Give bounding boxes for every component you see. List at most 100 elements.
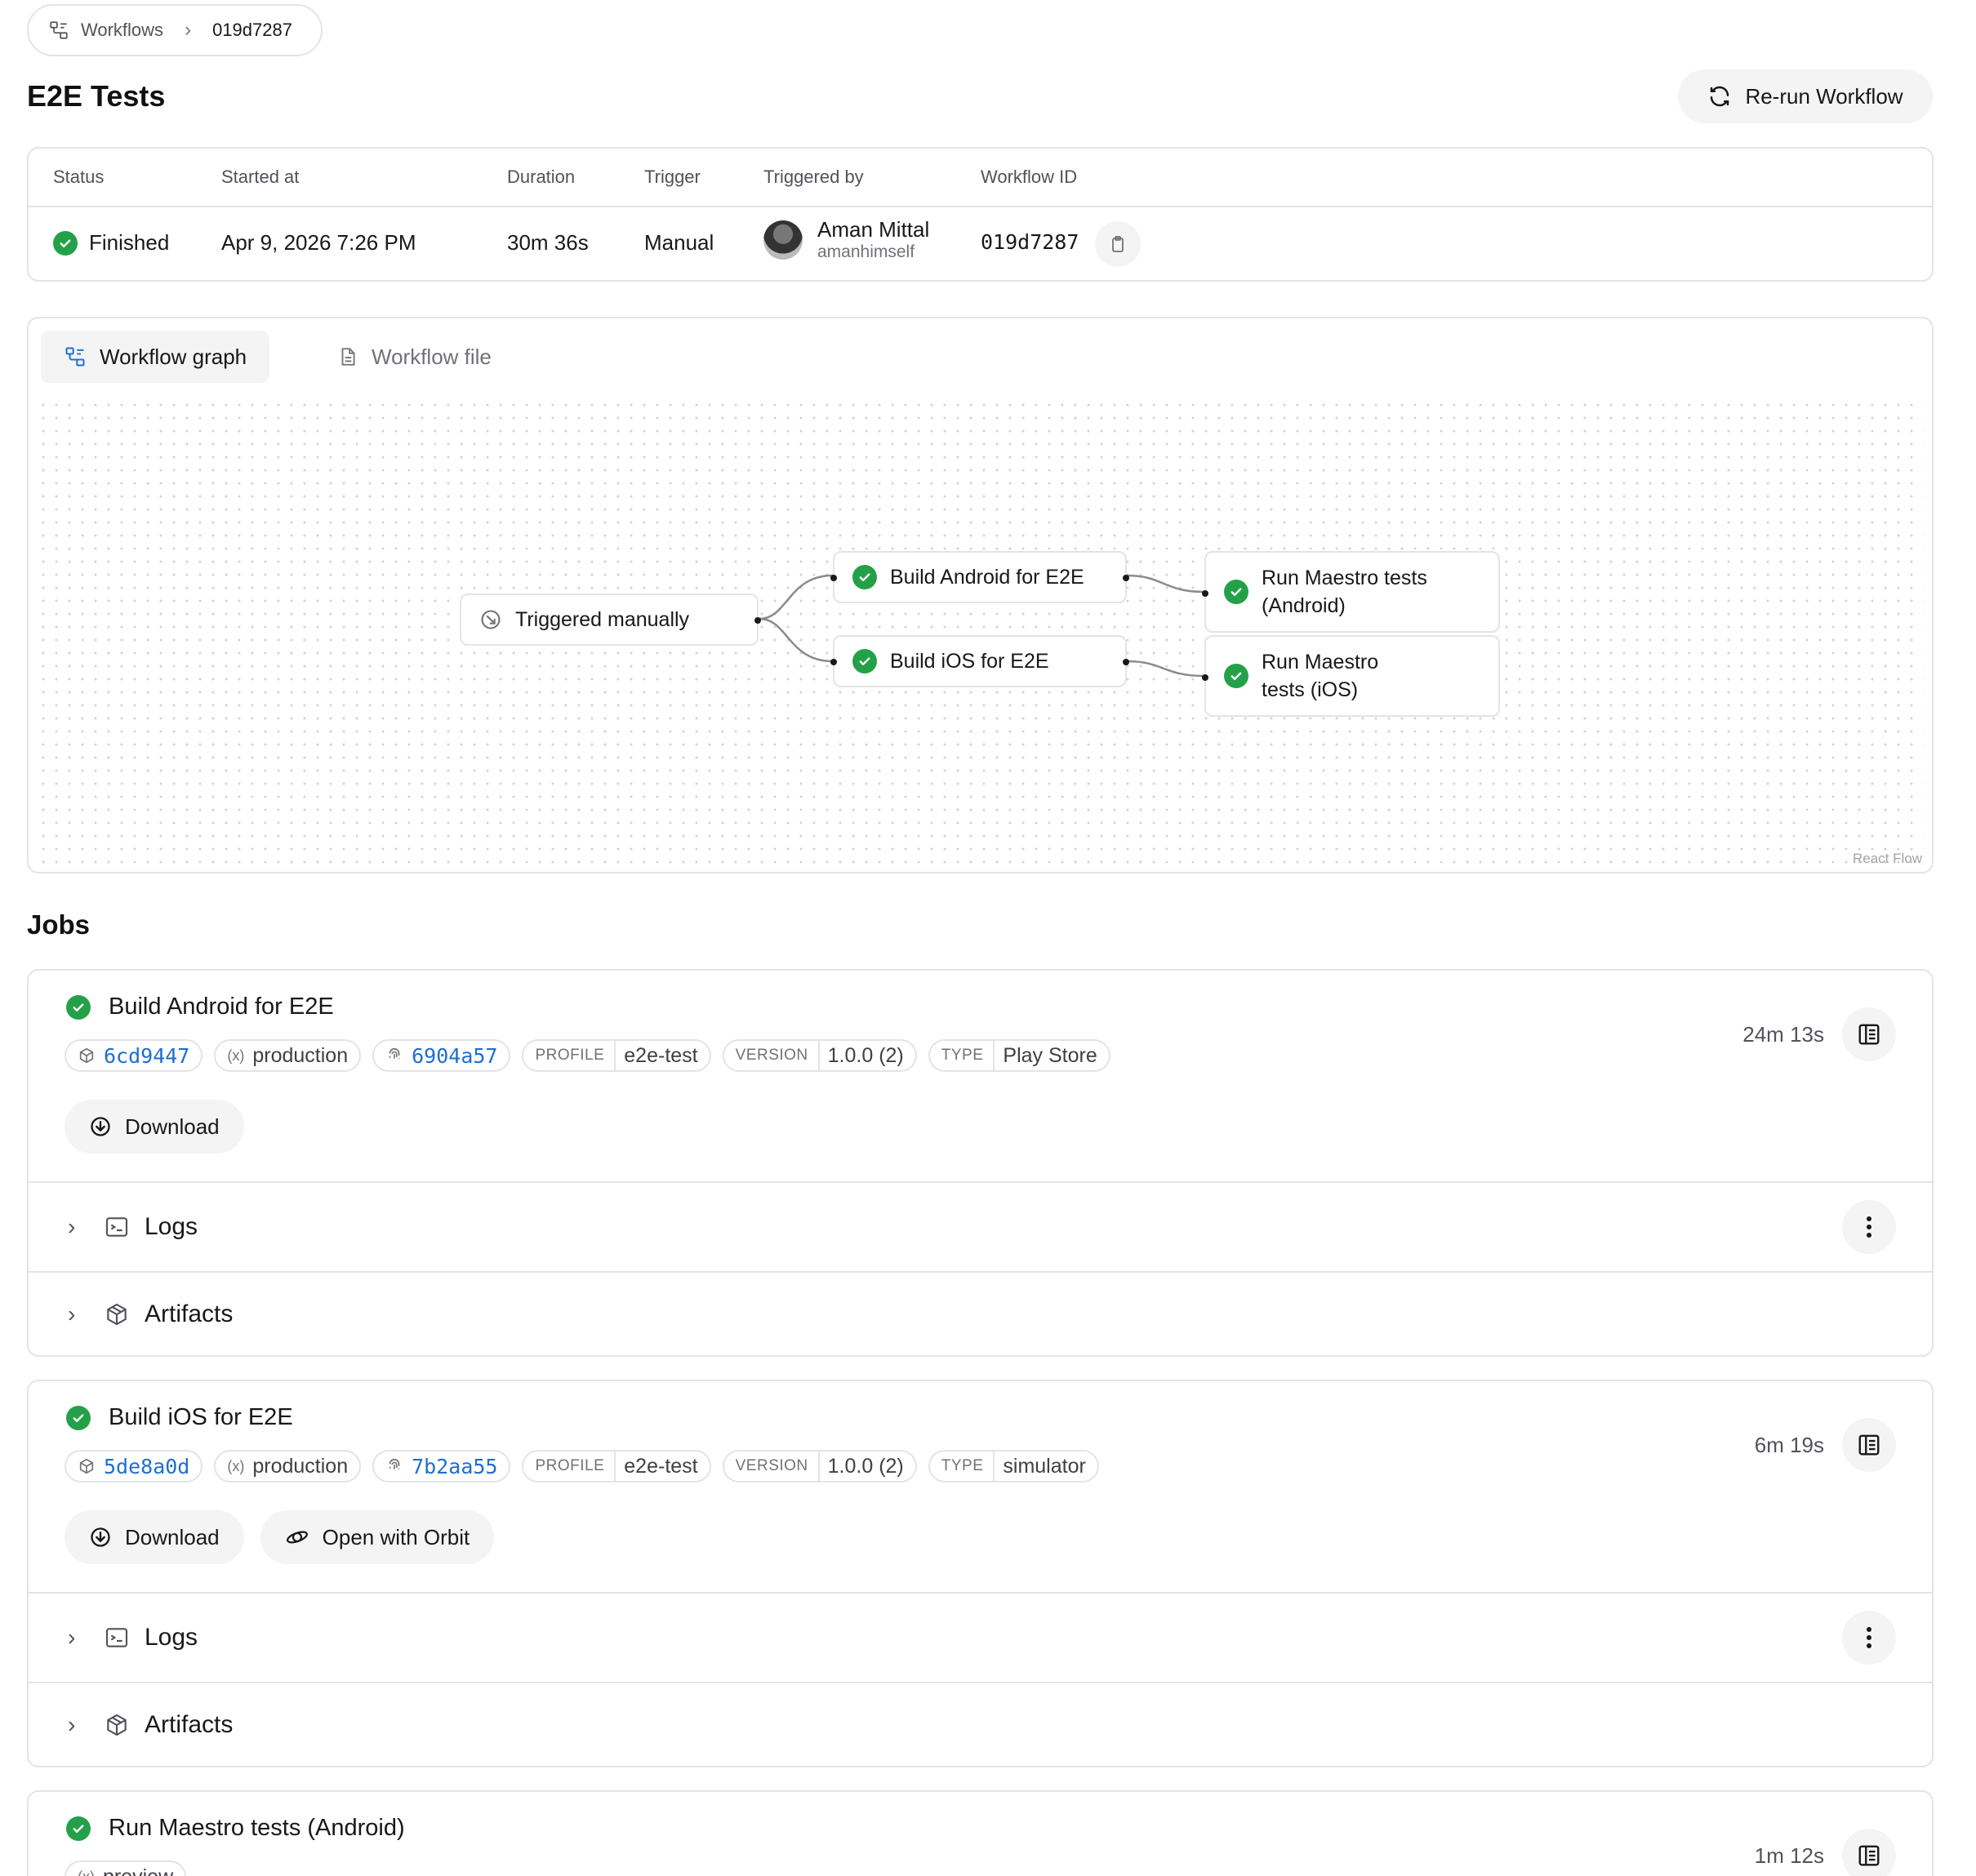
download-button[interactable]: Download: [65, 1100, 244, 1154]
job-duration: 1m 12s: [1754, 1843, 1824, 1868]
rerun-workflow-button[interactable]: Re-run Workflow: [1678, 69, 1933, 123]
check-circle-icon: [852, 565, 877, 589]
commit-chip[interactable]: 6cd9447: [65, 1039, 203, 1072]
version-value: 1.0.0 (2): [827, 1454, 904, 1478]
type-chip: TYPE simulator: [928, 1450, 1099, 1483]
job-details-button[interactable]: [1842, 1829, 1896, 1876]
artifacts-row[interactable]: › Artifacts: [29, 1682, 1932, 1766]
node-handle: [1202, 674, 1208, 681]
node-build-android[interactable]: Build Android for E2E: [830, 551, 1129, 603]
fingerprint-hash: 6904a57: [412, 1043, 498, 1068]
node-build-ios[interactable]: Build iOS for E2E: [830, 635, 1129, 687]
chevron-right-icon: ›: [68, 1625, 76, 1650]
node-handle: [830, 575, 837, 581]
more-options-button[interactable]: [1842, 1200, 1896, 1254]
type-chip: TYPE Play Store: [928, 1039, 1110, 1072]
more-options-button[interactable]: [1842, 1611, 1896, 1665]
profile-value: e2e-test: [624, 1043, 698, 1067]
environment-chip: (x) production: [214, 1039, 362, 1072]
started-at-value: Apr 9, 2026 7:26 PM: [221, 230, 416, 255]
duration-value: 30m 36s: [507, 230, 589, 255]
logs-row[interactable]: › Logs: [29, 1181, 1932, 1271]
job-metadata-chips: 5de8a0d (x) production 7b2aa55 PROFILE e…: [65, 1450, 1099, 1483]
job-card-build-ios: Build iOS for E2E 5de8a0d (x) production…: [27, 1380, 1934, 1767]
environment-value: preview: [103, 1865, 173, 1876]
avatar: [763, 220, 803, 260]
open-with-orbit-button[interactable]: Open with Orbit: [260, 1510, 495, 1564]
node-maestro-android-line-1: Run Maestro tests: [1262, 567, 1427, 589]
profile-label: PROFILE: [535, 1451, 616, 1481]
node-handle: [754, 617, 761, 624]
logs-label: Logs: [145, 1624, 198, 1651]
variable-icon: (x): [227, 1047, 245, 1064]
node-maestro-ios-line-1: Run Maestro: [1262, 651, 1379, 673]
refresh-icon: [1711, 86, 1729, 107]
edge-ios-maestro: [1126, 660, 1205, 678]
summary-value-row: Finished Apr 9, 2026 7:26 PM 30m 36s Man…: [29, 207, 1932, 281]
download-button[interactable]: Download: [65, 1510, 244, 1564]
status-header: Status: [53, 167, 105, 187]
job-metadata-chips: (x) preview: [65, 1860, 187, 1876]
job-actions: Download: [65, 1100, 244, 1154]
artifacts-row[interactable]: › Artifacts: [29, 1271, 1932, 1355]
type-label: TYPE: [941, 1451, 995, 1481]
orbit-icon: [286, 1531, 308, 1544]
check-circle-icon: [1224, 664, 1248, 688]
copy-workflow-id-button[interactable]: [1095, 221, 1141, 267]
node-maestro-android-label: Run Maestro tests (Android): [1262, 564, 1427, 620]
workflow-graph-card: Workflow graph Workflow file Triggered m…: [27, 317, 1934, 874]
chevron-right-icon: ›: [68, 1214, 76, 1239]
terminal-icon: [105, 1628, 128, 1647]
commit-cube-icon: [79, 1458, 94, 1474]
node-handle: [1123, 659, 1129, 665]
jobs-heading: Jobs: [27, 909, 91, 940]
rerun-workflow-label: Re-run Workflow: [1745, 83, 1903, 109]
type-value: simulator: [1003, 1454, 1086, 1478]
profile-label: PROFILE: [535, 1041, 616, 1070]
job-summary: Build Android for E2E 6cd9447 (x) produc…: [29, 971, 1932, 1181]
commit-hash: 5de8a0d: [104, 1454, 190, 1478]
details-panel-icon: [1858, 1024, 1880, 1045]
check-circle-icon: [852, 649, 877, 673]
job-summary: Build iOS for E2E 5de8a0d (x) production…: [29, 1381, 1932, 1592]
react-flow-attribution[interactable]: React Flow: [1853, 851, 1922, 867]
job-card-maestro-android: Run Maestro tests (Android) (x) preview …: [27, 1790, 1934, 1876]
workflow-summary-card: Status Started at Duration Trigger Trigg…: [27, 147, 1934, 282]
edge-trigger-android: [759, 574, 834, 620]
node-maestro-android[interactable]: Run Maestro tests (Android): [1202, 551, 1500, 633]
environment-chip: (x) preview: [65, 1860, 187, 1876]
job-details-button[interactable]: [1842, 1418, 1896, 1472]
job-title-text: Build Android for E2E: [109, 994, 334, 1020]
chevron-right-icon: ›: [185, 19, 192, 41]
summary-header-row: Status Started at Duration Trigger Trigg…: [29, 149, 1932, 207]
edge-trigger-ios: [759, 617, 834, 663]
duration-header: Duration: [507, 167, 576, 187]
profile-chip: PROFILE e2e-test: [522, 1039, 711, 1072]
node-build-ios-label: Build iOS for E2E: [890, 650, 1049, 673]
terminal-icon: [105, 1217, 128, 1237]
variable-icon: (x): [227, 1457, 245, 1474]
version-label: VERSION: [736, 1451, 820, 1481]
node-maestro-ios-line-2: tests (iOS): [1262, 678, 1359, 701]
kebab-icon: [1867, 1216, 1871, 1238]
fingerprint-chip[interactable]: 7b2aa55: [372, 1450, 511, 1483]
logs-row[interactable]: › Logs: [29, 1592, 1932, 1682]
check-circle-icon: [66, 994, 91, 1020]
triggered-by-user[interactable]: Aman Mittal amanhimself: [763, 217, 929, 263]
details-panel-icon: [1858, 1845, 1880, 1866]
fingerprint-chip[interactable]: 6904a57: [372, 1039, 511, 1072]
started-header: Started at: [221, 167, 300, 187]
job-duration: 6m 19s: [1754, 1433, 1824, 1457]
version-label: VERSION: [736, 1041, 820, 1070]
breadcrumb-workflows-link[interactable]: Workflows: [81, 20, 163, 41]
node-triggered-manually[interactable]: Triggered manually: [460, 593, 761, 646]
kebab-icon: [1867, 1627, 1871, 1648]
download-icon: [91, 1527, 110, 1547]
node-maestro-ios[interactable]: Run Maestro tests (iOS): [1202, 635, 1500, 717]
workflow-icon: [50, 21, 68, 39]
job-card-build-android: Build Android for E2E 6cd9447 (x) produc…: [27, 969, 1934, 1357]
type-label: TYPE: [941, 1041, 995, 1070]
commit-chip[interactable]: 5de8a0d: [65, 1450, 203, 1483]
job-details-button[interactable]: [1842, 1007, 1896, 1061]
check-circle-icon: [1224, 580, 1248, 604]
